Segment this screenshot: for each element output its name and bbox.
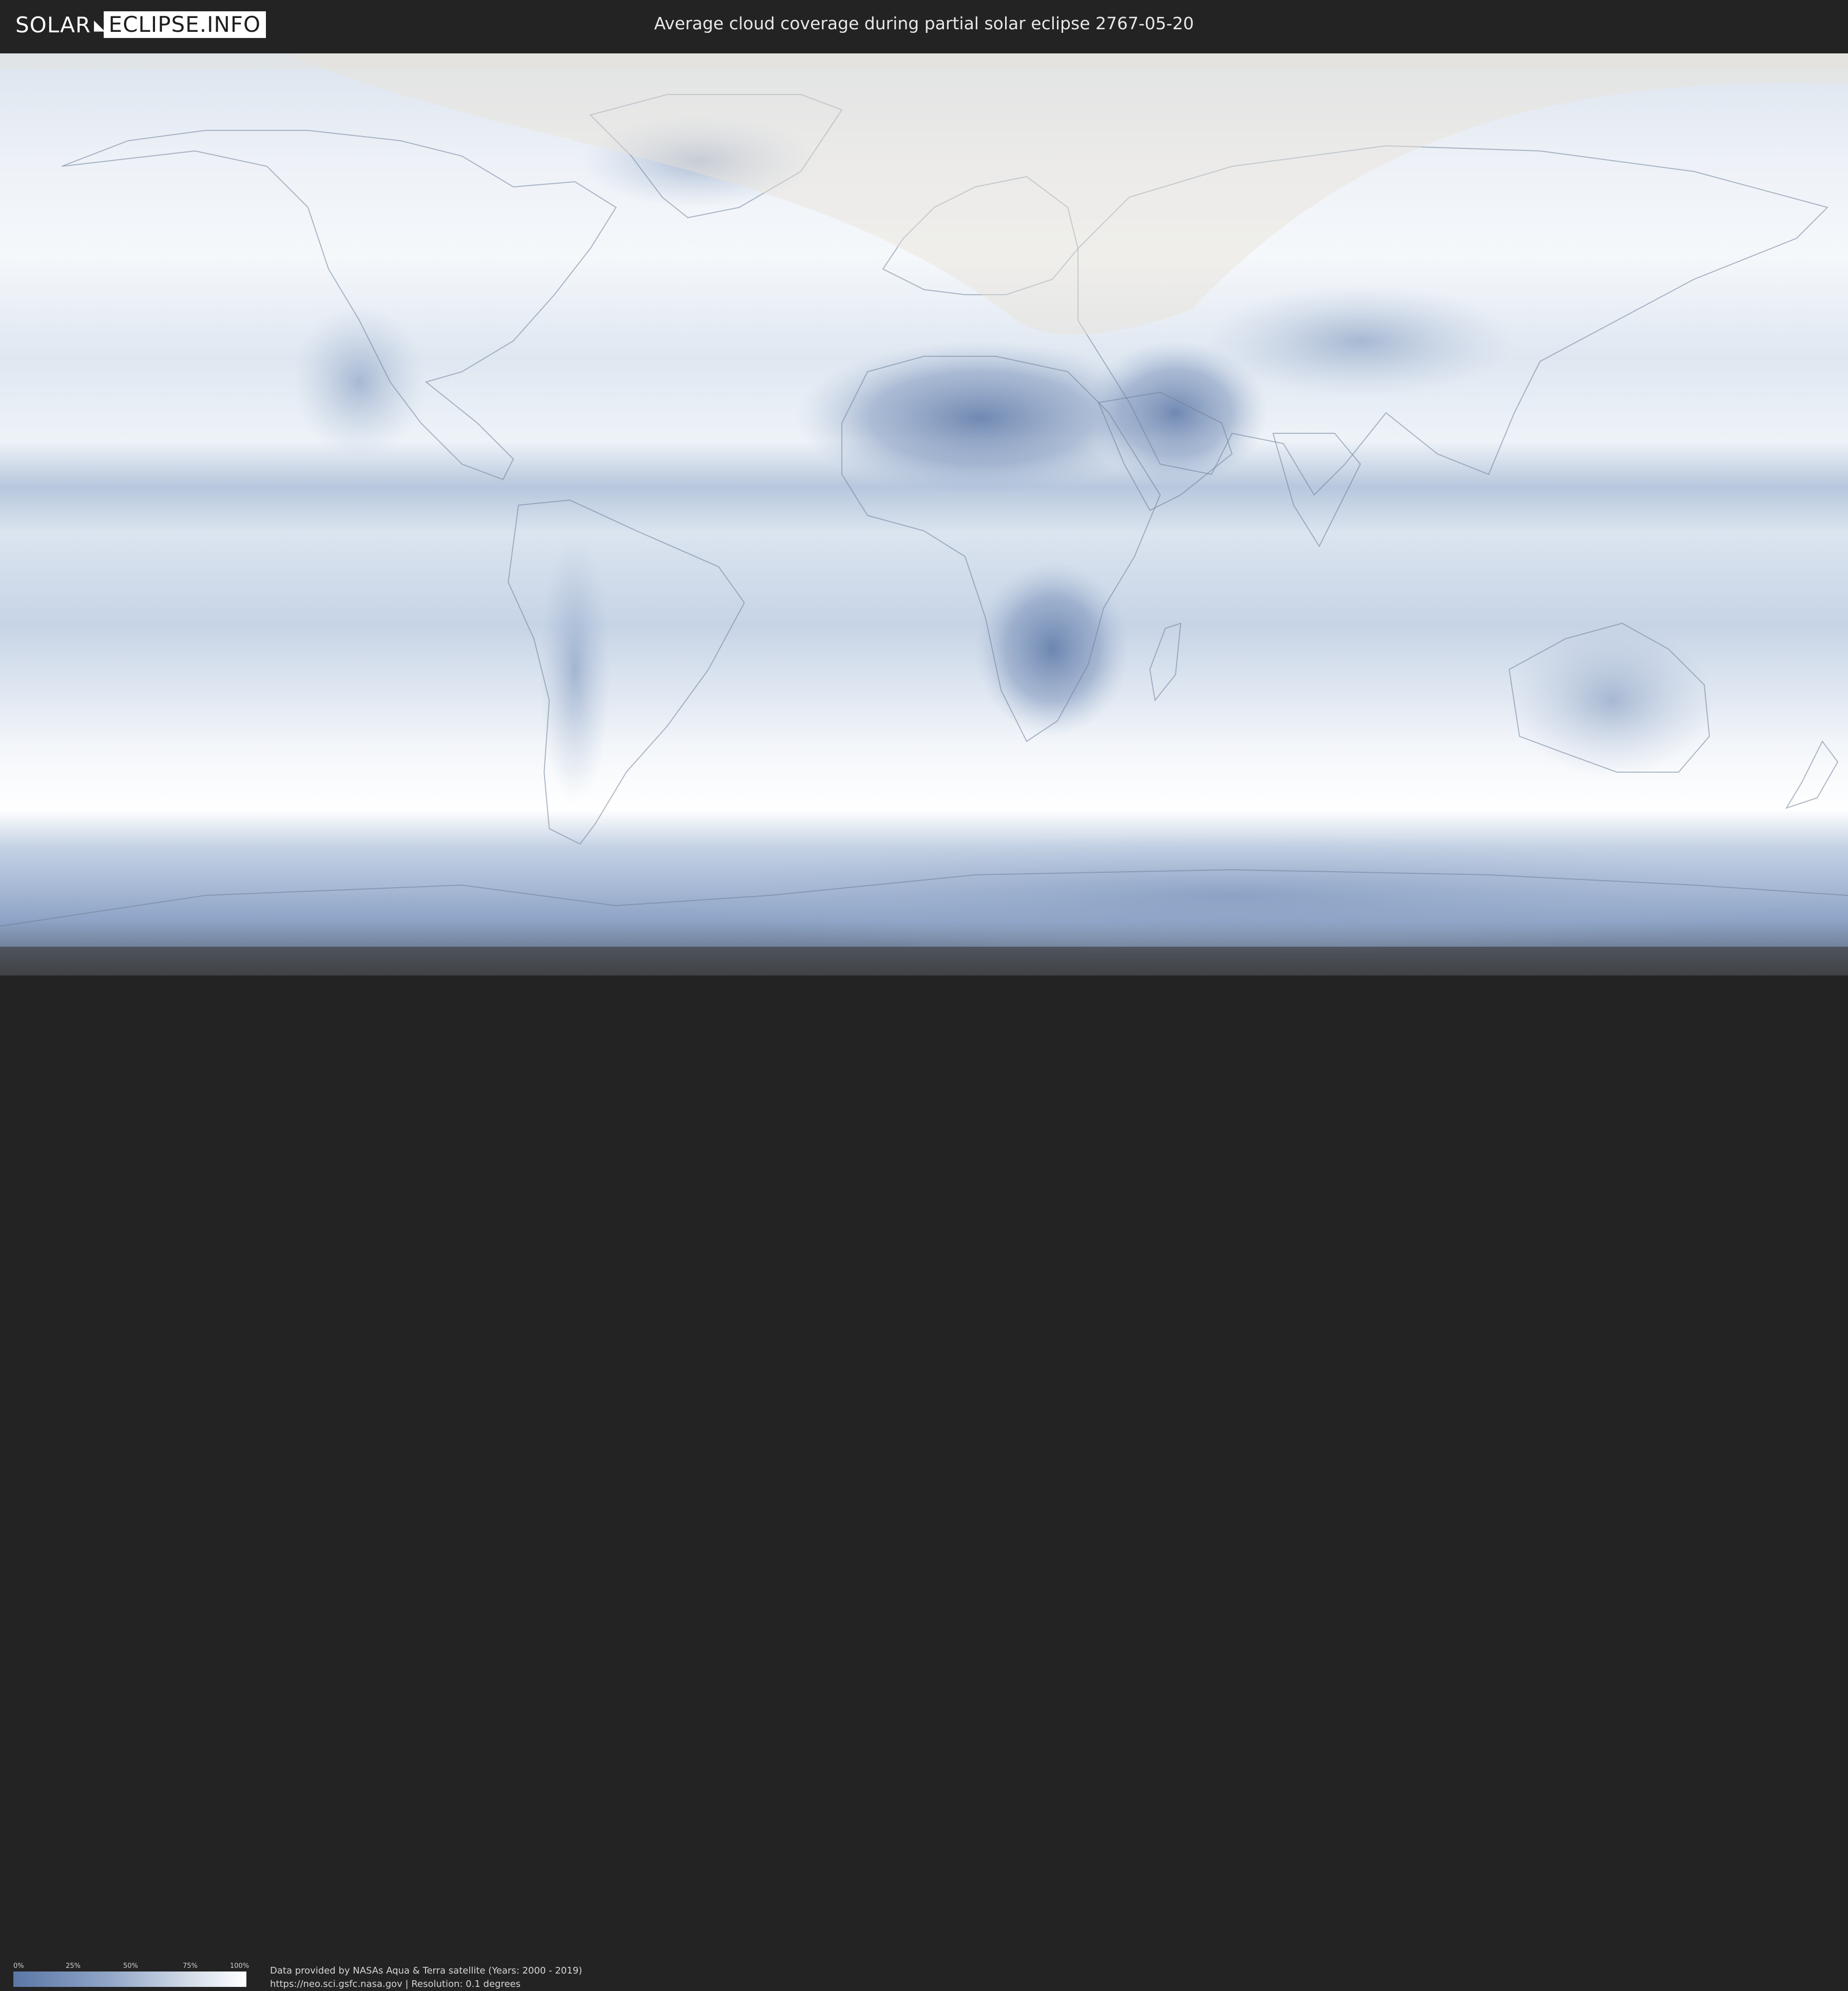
- mexico-dry-region: [293, 305, 426, 459]
- antarctica-region: [667, 834, 1797, 957]
- legend-tick-25: 25%: [66, 1962, 81, 1970]
- world-map-svg: [0, 53, 1848, 975]
- cloud-coverage-legend: 0% 25% 50% 75% 100%: [13, 1962, 249, 1987]
- legend-tick-labels: 0% 25% 50% 75% 100%: [13, 1962, 249, 1971]
- andes-dry-region: [539, 536, 611, 803]
- legend-tick-50: 50%: [123, 1962, 138, 1970]
- legend-tick-0: 0%: [13, 1962, 24, 1970]
- data-credits: Data provided by NASAs Aqua & Terra sate…: [270, 1964, 582, 1991]
- credit-line-url: https://neo.sci.gsfc.nasa.gov | Resoluti…: [270, 1979, 521, 1989]
- cloud-coverage-map[interactable]: [0, 53, 1848, 975]
- legend-tick-100: 100%: [230, 1962, 249, 1970]
- legend-tick-75: 75%: [183, 1962, 198, 1970]
- central-asia-dry-region: [1206, 284, 1514, 397]
- legend-color-bar: [13, 1971, 246, 1987]
- footer-bar: 0% 25% 50% 75% 100% Data provided by NAS…: [0, 975, 1848, 1989]
- southern-africa-dry-region: [975, 562, 1129, 736]
- australia-dry-region: [1509, 623, 1715, 777]
- eclipse-polar-cap-overlay: [0, 53, 1848, 69]
- header-bar: SOLAR ◣ ECLIPSE.INFO Average cloud cover…: [0, 0, 1848, 51]
- page-title: Average cloud coverage during partial so…: [654, 13, 1194, 33]
- map-bottom-shadow: [0, 947, 1848, 975]
- credit-line-source: Data provided by NASAs Aqua & Terra sate…: [270, 1965, 583, 1976]
